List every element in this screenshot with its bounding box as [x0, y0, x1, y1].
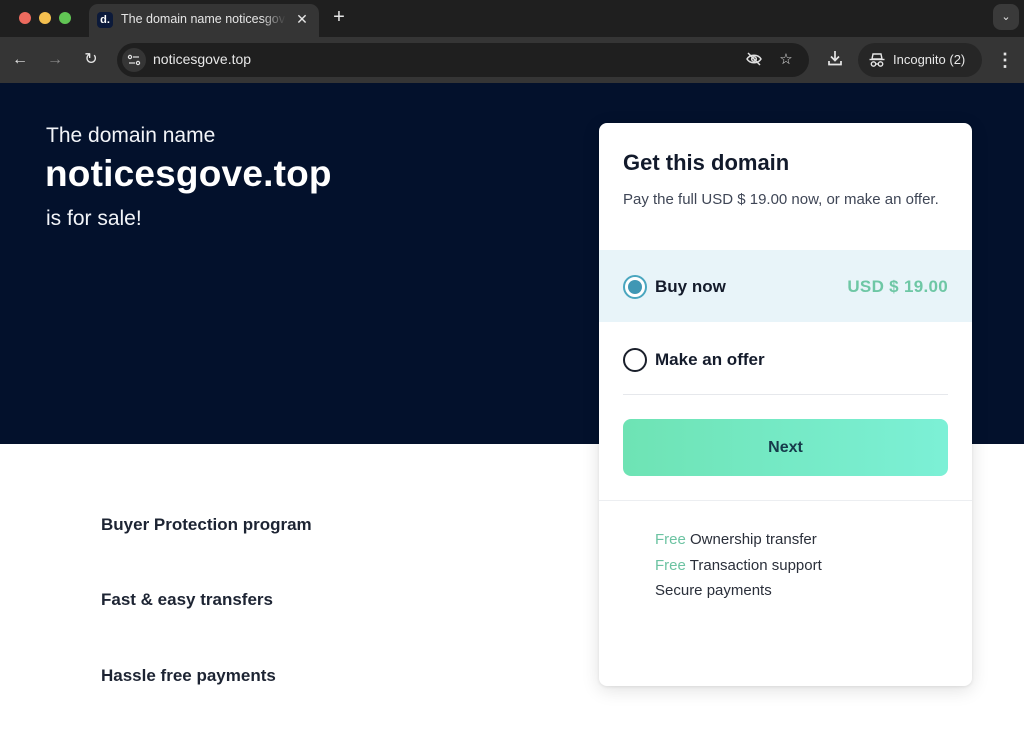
eye-off-icon[interactable] [744, 50, 764, 70]
perk-text: Ownership transfer [690, 531, 817, 548]
hero-intro-text: The domain name [46, 124, 216, 147]
perk-secure-payments: Secure payments [655, 578, 822, 604]
site-favicon-icon: d. [97, 12, 113, 28]
card-title: Get this domain [623, 150, 790, 175]
card-subtitle: Pay the full USD $ 19.00 now, or make an… [623, 191, 939, 208]
browser-toolbar: ← → ↻ noticesgove.top ☆ Incognito (2) ⋮ [0, 37, 1024, 83]
bookmark-star-icon[interactable]: ☆ [776, 50, 796, 70]
site-info-icon[interactable] [122, 48, 146, 72]
perk-text: Transaction support [689, 556, 822, 574]
perk-free-tag: Free [655, 531, 686, 548]
next-button[interactable]: Next [623, 419, 948, 476]
address-bar[interactable]: noticesgove.top ☆ [117, 43, 809, 77]
hero-domain-name: noticesgove.top [45, 153, 332, 194]
feature-hassle-free-payments: Hassle free payments [101, 666, 276, 685]
incognito-indicator[interactable]: Incognito (2) [858, 43, 982, 77]
new-tab-button[interactable]: + [328, 6, 350, 28]
browser-tab[interactable]: d. The domain name noticesgove.top is fo… [89, 4, 319, 37]
perk-transaction-support: Free Transaction support [655, 553, 822, 579]
download-icon[interactable] [824, 49, 846, 71]
tab-title: The domain name noticesgove.top is for s… [121, 12, 286, 26]
card-section-separator [599, 500, 972, 501]
perk-text: Secure payments [655, 582, 772, 599]
purchase-card: Get this domain Pay the full USD $ 19.00… [599, 123, 972, 686]
url-text[interactable]: noticesgove.top [153, 51, 251, 67]
card-divider [623, 394, 948, 395]
feature-buyer-protection: Buyer Protection program [101, 515, 312, 534]
buy-now-option[interactable]: Buy now USD $ 19.00 [599, 250, 972, 322]
make-offer-option[interactable]: Make an offer [599, 323, 972, 395]
hero-for-sale-text: is for sale! [46, 207, 142, 230]
back-button[interactable]: ← [8, 48, 32, 72]
close-icon[interactable]: ✕ [293, 10, 311, 28]
make-offer-label: Make an offer [655, 350, 765, 369]
perks-list: Free Ownership transfer Free Transaction… [655, 527, 822, 604]
perk-ownership-transfer: Free Ownership transfer [655, 527, 822, 553]
make-offer-radio[interactable] [623, 348, 647, 372]
window-maximize-button[interactable] [59, 12, 71, 24]
feature-fast-transfers: Fast & easy transfers [101, 590, 273, 609]
buy-now-label: Buy now [655, 277, 726, 296]
perk-free-tag: Free [655, 556, 686, 574]
window-close-button[interactable] [19, 12, 31, 24]
incognito-icon [868, 51, 886, 69]
browser-tab-strip: d. The domain name noticesgove.top is fo… [0, 0, 1024, 37]
reload-button[interactable]: ↻ [79, 48, 103, 72]
window-minimize-button[interactable] [39, 12, 51, 24]
incognito-label: Incognito (2) [893, 52, 966, 67]
buy-now-radio[interactable] [623, 275, 647, 299]
browser-menu-icon[interactable]: ⋮ [996, 48, 1014, 72]
tab-search-button[interactable]: ⌄ [993, 4, 1019, 30]
buy-now-price: USD $ 19.00 [847, 277, 948, 296]
forward-button[interactable]: → [43, 48, 67, 72]
